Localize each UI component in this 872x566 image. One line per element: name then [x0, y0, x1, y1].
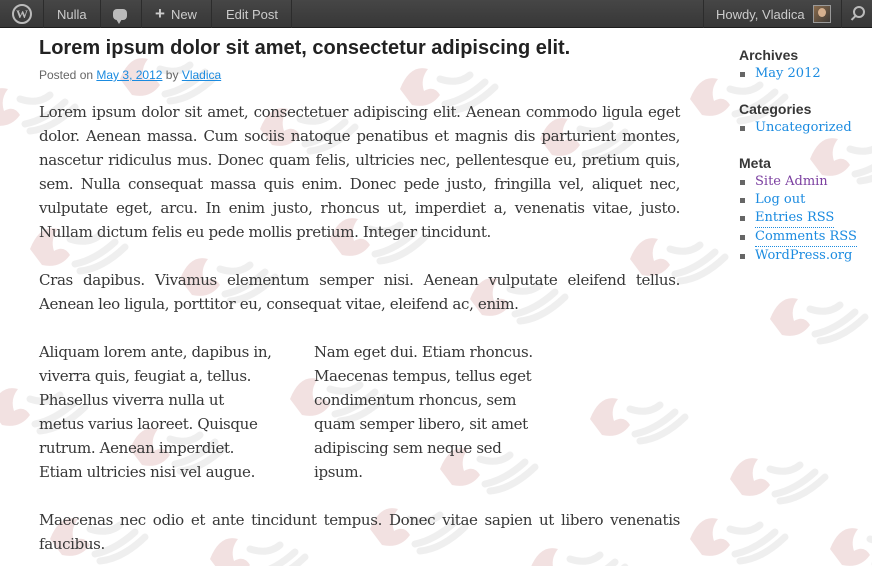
comments-rss-link[interactable]: Comments RSS: [755, 228, 857, 247]
meta-list: Site Admin Log out Entries RSS Comments …: [739, 173, 857, 265]
categories-title: Categories: [739, 101, 812, 117]
meta-item: Site Admin: [739, 173, 857, 191]
paragraph-2: Cras dapibus. Vivamus elementum semper n…: [39, 271, 680, 313]
column-left-line: Etiam ultricies nisi vel augue.: [39, 463, 256, 481]
comment-bubble-icon: [113, 8, 127, 24]
paragraph-3: Maecenas nec odio et ante tincidunt temp…: [39, 511, 680, 553]
wordpress-org-link[interactable]: WordPress.org: [755, 247, 852, 265]
edit-post-link[interactable]: Edit Post: [226, 0, 278, 28]
post-meta: Posted on May 3, 2012 by Vladica: [39, 68, 221, 82]
site-name-link[interactable]: Nulla: [57, 0, 87, 28]
archives-title: Archives: [739, 47, 799, 63]
category-item: Uncategorized: [739, 119, 852, 137]
archive-item: May 2012: [739, 65, 821, 83]
meta-item: WordPress.org: [739, 247, 857, 265]
column-right-line: quam semper libero, sit amet: [314, 415, 528, 433]
site-name-label: Nulla: [57, 6, 87, 22]
new-content-menu[interactable]: + New: [155, 0, 197, 28]
column-left-line: Phasellus viverra nulla ut: [39, 391, 224, 409]
user-avatar: [812, 5, 831, 23]
comments-link[interactable]: [113, 0, 127, 28]
archive-link-may-2012[interactable]: May 2012: [755, 65, 821, 83]
by-label: by: [165, 68, 179, 82]
archives-list: May 2012: [739, 65, 821, 83]
posted-on-label: Posted on: [39, 68, 94, 82]
paragraph-1: Lorem ipsum dolor sit amet, consectetuer…: [39, 103, 680, 241]
column-right-line: condimentum rhoncus, sem: [314, 391, 517, 409]
meta-item: Log out: [739, 191, 857, 209]
entries-rss-link[interactable]: Entries RSS: [755, 209, 835, 228]
column-left-line: Aliquam lorem ante, dapibus in,: [39, 343, 272, 361]
column-right-line: Nam eget dui. Etiam rhoncus.: [314, 343, 533, 361]
column-left-line: rutrum. Aenean imperdiet.: [39, 439, 235, 457]
edit-post-label: Edit Post: [226, 6, 279, 22]
author-link[interactable]: Vladica: [182, 68, 221, 82]
wp-logo-menu[interactable]: W: [12, 0, 32, 28]
column-right-line: adipiscing sem neque sed: [314, 439, 502, 457]
wordpress-logo-icon: W: [12, 4, 32, 24]
post-title[interactable]: Lorem ipsum dolor sit amet, consectetur …: [39, 37, 570, 60]
meta-item: Comments RSS: [739, 228, 857, 247]
site-admin-link[interactable]: Site Admin: [755, 173, 828, 191]
meta-item: Entries RSS: [739, 209, 857, 228]
meta-title: Meta: [739, 155, 771, 171]
plus-icon: +: [155, 4, 165, 23]
howdy-label: Howdy, Vladica: [716, 6, 805, 22]
column-right: Nam eget dui. Etiam rhoncus. Maecenas te…: [314, 340, 554, 484]
column-right-line: ipsum.: [314, 463, 363, 481]
column-left-line: viverra quis, feugiat a, tellus.: [39, 367, 252, 385]
search-icon: [852, 6, 865, 22]
column-left: Aliquam lorem ante, dapibus in, viverra …: [39, 340, 279, 484]
log-out-link[interactable]: Log out: [755, 191, 805, 209]
search-toggle[interactable]: [852, 0, 865, 28]
new-label: New: [170, 6, 197, 22]
categories-list: Uncategorized: [739, 119, 852, 137]
column-right-line: Maecenas tempus, tellus eget: [314, 367, 532, 385]
column-left-line: metus varius laoreet. Quisque: [39, 415, 258, 433]
post-date-link[interactable]: May 3, 2012: [96, 68, 162, 82]
admin-bar: W Nulla + New Edit Post Howdy, Vladica: [0, 0, 872, 28]
my-account-menu[interactable]: Howdy, Vladica: [716, 0, 831, 28]
category-link-uncategorized[interactable]: Uncategorized: [755, 119, 852, 137]
